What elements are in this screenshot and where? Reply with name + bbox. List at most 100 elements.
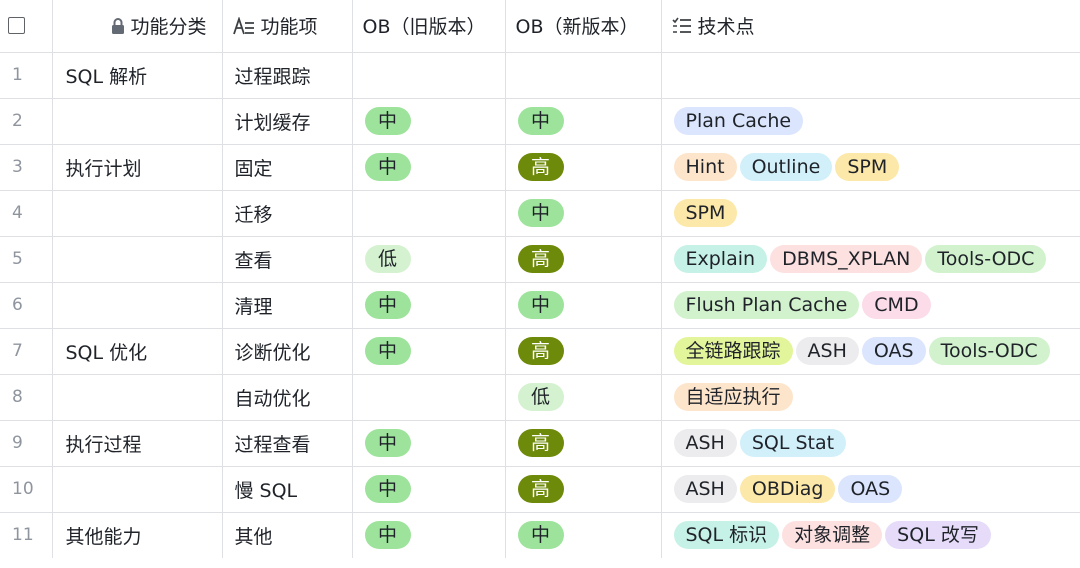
tech-cell[interactable]: 全链路跟踪 ASH OAS Tools-ODC bbox=[661, 328, 1080, 375]
tech-tag: 自适应执行 bbox=[673, 383, 793, 411]
table-row[interactable]: 10 慢 SQL 中 高 ASH OBDiag OAS bbox=[0, 466, 1080, 513]
old-level-badge: 中 bbox=[364, 475, 411, 503]
old-version-cell[interactable]: 中 bbox=[352, 466, 506, 513]
new-version-cell[interactable]: 低 bbox=[505, 374, 662, 421]
tech-cell[interactable]: ASH OBDiag OAS bbox=[661, 466, 1080, 513]
old-version-cell[interactable]: 中 bbox=[352, 328, 506, 375]
table-row[interactable]: 8 自动优化 低 自适应执行 bbox=[0, 374, 1080, 421]
lock-icon bbox=[111, 17, 125, 34]
new-level-badge: 中 bbox=[517, 107, 564, 135]
feature-cell[interactable]: 过程查看 bbox=[222, 420, 353, 467]
new-version-cell[interactable]: 高 bbox=[505, 236, 662, 283]
header-row: 功能分类 功能项 OB（旧版本） OB（新版本） 技术点 bbox=[0, 0, 1080, 53]
new-level-badge: 高 bbox=[517, 475, 564, 503]
table-row[interactable]: 2 计划缓存 中 中 Plan Cache bbox=[0, 98, 1080, 145]
tech-cell[interactable]: Explain DBMS_XPLAN Tools-ODC bbox=[661, 236, 1080, 283]
header-tech[interactable]: 技术点 bbox=[661, 0, 1080, 53]
category-cell[interactable] bbox=[52, 466, 223, 513]
table-row[interactable]: 3 执行计划 固定 中 高 Hint Outline SPM bbox=[0, 144, 1080, 191]
row-index: 1 bbox=[0, 52, 53, 99]
new-level-badge: 高 bbox=[517, 337, 564, 365]
checkbox-icon[interactable] bbox=[8, 17, 25, 35]
tech-cell[interactable]: 自适应执行 bbox=[661, 374, 1080, 421]
table-row[interactable]: 9 执行过程 过程查看 中 高 ASH SQL Stat bbox=[0, 420, 1080, 467]
old-level-badge: 中 bbox=[364, 521, 411, 550]
category-cell[interactable] bbox=[52, 236, 223, 283]
category-cell[interactable]: 执行计划 bbox=[52, 144, 223, 191]
new-version-cell[interactable]: 中 bbox=[505, 512, 662, 558]
feature-cell[interactable]: 计划缓存 bbox=[222, 98, 353, 145]
tech-tag: DBMS_XPLAN bbox=[770, 245, 923, 273]
list-icon bbox=[671, 17, 692, 35]
table-row[interactable]: 4 迁移 中 SPM bbox=[0, 190, 1080, 237]
category-cell[interactable] bbox=[52, 98, 223, 145]
row-index: 9 bbox=[0, 420, 53, 467]
feature-cell[interactable]: 诊断优化 bbox=[222, 328, 353, 375]
old-version-cell[interactable]: 中 bbox=[352, 282, 506, 329]
table-row[interactable]: 6 清理 中 中 Flush Plan Cache CMD bbox=[0, 282, 1080, 329]
tech-tag: OBDiag bbox=[739, 475, 836, 503]
new-version-cell[interactable]: 中 bbox=[505, 190, 662, 237]
feature-cell[interactable]: 其他 bbox=[222, 512, 353, 558]
new-version-cell[interactable]: 高 bbox=[505, 144, 662, 191]
old-version-cell[interactable] bbox=[352, 190, 506, 237]
tech-tag: 全链路跟踪 bbox=[673, 337, 793, 365]
text-field-icon bbox=[232, 16, 255, 35]
feature-cell[interactable]: 查看 bbox=[222, 236, 353, 283]
feature-cell[interactable]: 固定 bbox=[222, 144, 353, 191]
header-old-version[interactable]: OB（旧版本） bbox=[352, 0, 506, 53]
category-cell[interactable]: SQL 优化 bbox=[52, 328, 223, 375]
tech-cell[interactable]: SPM bbox=[661, 190, 1080, 237]
new-version-cell[interactable]: 高 bbox=[505, 328, 662, 375]
new-version-cell[interactable]: 高 bbox=[505, 466, 662, 513]
tech-cell[interactable]: Plan Cache bbox=[661, 98, 1080, 145]
category-cell[interactable] bbox=[52, 282, 223, 329]
feature-cell[interactable]: 清理 bbox=[222, 282, 353, 329]
tech-cell[interactable]: ASH SQL Stat bbox=[661, 420, 1080, 467]
row-index: 4 bbox=[0, 190, 53, 237]
tech-cell[interactable]: Flush Plan Cache CMD bbox=[661, 282, 1080, 329]
new-version-cell[interactable]: 高 bbox=[505, 420, 662, 467]
old-version-cell[interactable]: 中 bbox=[352, 144, 506, 191]
row-index: 5 bbox=[0, 236, 53, 283]
old-version-cell[interactable]: 中 bbox=[352, 98, 506, 145]
table-row[interactable]: 7 SQL 优化 诊断优化 中 高 全链路跟踪 ASH OAS Tools-ODC bbox=[0, 328, 1080, 375]
old-version-cell[interactable]: 中 bbox=[352, 512, 506, 558]
tech-tag: Tools-ODC bbox=[925, 245, 1047, 273]
tech-cell[interactable]: Hint Outline SPM bbox=[661, 144, 1080, 191]
table-row[interactable]: 5 查看 低 高 Explain DBMS_XPLAN Tools-ODC bbox=[0, 236, 1080, 283]
new-level-badge: 中 bbox=[517, 199, 564, 227]
table-row[interactable]: 1 SQL 解析 过程跟踪 bbox=[0, 52, 1080, 99]
feature-cell[interactable]: 自动优化 bbox=[222, 374, 353, 421]
new-version-cell[interactable]: 中 bbox=[505, 282, 662, 329]
row-index: 2 bbox=[0, 98, 53, 145]
old-version-cell[interactable] bbox=[352, 374, 506, 421]
table-row[interactable]: 11 其他能力 其他 中 中 SQL 标识 对象调整 SQL 改写 bbox=[0, 512, 1080, 558]
old-version-cell[interactable]: 低 bbox=[352, 236, 506, 283]
old-version-cell[interactable] bbox=[352, 52, 506, 99]
category-cell[interactable]: 其他能力 bbox=[52, 512, 223, 558]
old-version-cell[interactable]: 中 bbox=[352, 420, 506, 467]
header-new-version[interactable]: OB（新版本） bbox=[505, 0, 662, 53]
tech-tag: Hint bbox=[673, 153, 737, 181]
tech-cell[interactable] bbox=[661, 52, 1080, 99]
feature-cell[interactable]: 过程跟踪 bbox=[222, 52, 353, 99]
header-select-all[interactable] bbox=[0, 0, 53, 53]
new-version-cell[interactable]: 中 bbox=[505, 98, 662, 145]
feature-cell[interactable]: 慢 SQL bbox=[222, 466, 353, 513]
tech-cell[interactable]: SQL 标识 对象调整 SQL 改写 bbox=[661, 512, 1080, 558]
tech-tag: Tools-ODC bbox=[928, 337, 1050, 365]
feature-cell[interactable]: 迁移 bbox=[222, 190, 353, 237]
header-category-label: 功能分类 bbox=[130, 16, 207, 39]
tech-tag: SPM bbox=[673, 199, 738, 227]
category-cell[interactable] bbox=[52, 190, 223, 237]
header-category[interactable]: 功能分类 bbox=[52, 0, 223, 53]
new-level-badge: 高 bbox=[517, 245, 564, 273]
new-version-cell[interactable] bbox=[505, 52, 662, 99]
row-index: 11 bbox=[0, 512, 53, 558]
category-cell[interactable]: SQL 解析 bbox=[52, 52, 223, 99]
tech-tag: Flush Plan Cache bbox=[673, 291, 860, 319]
header-feature[interactable]: 功能项 bbox=[222, 0, 353, 53]
category-cell[interactable]: 执行过程 bbox=[52, 420, 223, 467]
category-cell[interactable] bbox=[52, 374, 223, 421]
